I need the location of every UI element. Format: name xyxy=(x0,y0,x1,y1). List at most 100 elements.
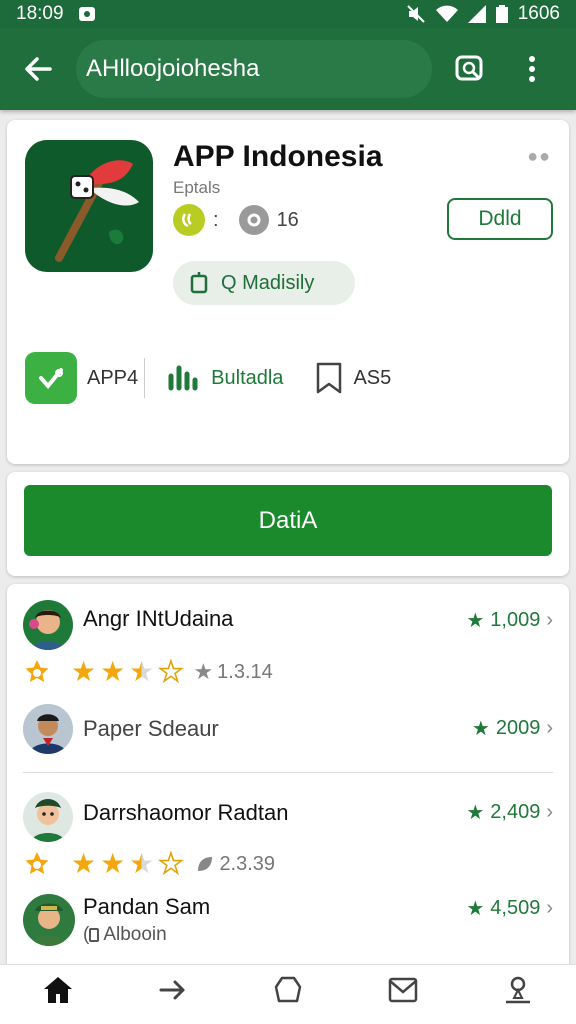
info-item-as5[interactable]: AS5 xyxy=(315,361,391,395)
app-meta: : 16 xyxy=(173,204,299,236)
more-vert-icon xyxy=(529,56,535,82)
star-icon: ★ xyxy=(71,656,97,687)
developer-name: Eptals xyxy=(173,178,221,197)
mail-icon xyxy=(388,977,418,1002)
chart-icon xyxy=(168,365,198,391)
phone-icon xyxy=(190,272,208,294)
bottom-navigation xyxy=(0,964,576,1024)
chevron-right-icon: › xyxy=(546,897,553,919)
app-name: APP Indonesia xyxy=(173,140,383,173)
chevron-right-icon: › xyxy=(546,609,553,631)
avatar xyxy=(23,792,73,842)
review-score: ★ 1,009 › xyxy=(466,608,553,633)
review-item[interactable]: Pandan Sam (Albooin ★ 4,509 › xyxy=(23,894,553,960)
chevron-right-icon: › xyxy=(546,717,553,739)
review-score: ★ 4,509 › xyxy=(466,896,553,921)
search-bar[interactable]: AHlloojoiohesha xyxy=(76,40,432,98)
app-bar: AHlloojoiohesha xyxy=(0,28,576,110)
badge-star-icon xyxy=(25,660,49,682)
nav-mail[interactable] xyxy=(373,965,433,1015)
score-value: 2009 xyxy=(495,717,541,739)
review-score: ★ 2009 › xyxy=(472,716,553,741)
notification-icon xyxy=(78,5,96,23)
shape-icon xyxy=(274,976,302,1002)
info-row: APP4 Bultadla AS5 xyxy=(25,352,555,404)
rating-value: 1.3.14 xyxy=(217,660,273,683)
star-icon: ★ xyxy=(71,848,97,879)
reviewer-name: Darrshaomor Radtan xyxy=(83,800,289,825)
subtitle-text: Albooin xyxy=(103,924,167,945)
profile-icon xyxy=(506,976,531,1003)
avatar xyxy=(23,704,73,754)
leaf-icon xyxy=(198,857,213,871)
overflow-menu-button[interactable] xyxy=(508,45,556,93)
chip-label: Q Madisily xyxy=(221,271,315,294)
star-half-icon: ★ xyxy=(129,656,155,687)
rating-value: 2.3.39 xyxy=(219,852,276,875)
info-label: AS5 xyxy=(353,366,392,389)
app-info-card: APP Indonesia Eptals ●● : 16 Ddld Q Madi… xyxy=(7,120,569,464)
nav-forward[interactable] xyxy=(143,965,203,1015)
review-score: ★ 2,409 › xyxy=(466,800,553,825)
clock: 18:09 xyxy=(16,3,64,24)
star-icon: ★ xyxy=(466,898,485,920)
avatar xyxy=(23,894,75,946)
score-value: 4,509 xyxy=(490,897,541,919)
reviewer-name: Angr INtUdaina xyxy=(83,606,234,631)
divider xyxy=(144,358,146,398)
wifi-icon xyxy=(435,5,458,23)
app-icon xyxy=(25,140,153,272)
star-icon: ★ xyxy=(471,718,490,740)
forward-icon xyxy=(159,980,185,999)
star-half-icon: ★ xyxy=(129,848,155,879)
reviews-card: Angr INtUdaina ★ 1,009 › ★ ★ ★ ★ ★ 1.3.1… xyxy=(7,584,569,974)
signal-icon xyxy=(467,5,486,23)
divider xyxy=(23,772,553,773)
more-horiz-icon[interactable]: ●● xyxy=(527,146,551,167)
review-item[interactable]: Paper Sdeaur ★ 2009 › xyxy=(23,702,553,762)
star-empty-icon: ★ xyxy=(158,848,185,879)
category-chip[interactable]: Q Madisily xyxy=(173,261,355,305)
home-icon xyxy=(43,976,72,1003)
install-button[interactable]: Ddld xyxy=(447,198,553,240)
back-button[interactable] xyxy=(16,47,60,91)
battery-text: 1606 xyxy=(517,3,560,24)
primary-button[interactable]: DatiA xyxy=(24,485,552,556)
avatar xyxy=(23,600,73,650)
info-label: Bultadla xyxy=(211,366,284,389)
meta-separator: : xyxy=(213,208,219,231)
score-value: 1,009 xyxy=(490,609,541,631)
search-icon xyxy=(455,55,483,81)
nav-profile[interactable] xyxy=(488,965,548,1015)
star-icon: ★ xyxy=(466,610,485,632)
star-icon: ★ xyxy=(100,848,126,879)
search-button[interactable] xyxy=(446,45,494,93)
rating-stars: ★ ★ ★ ★ 2.3.39 xyxy=(23,848,276,879)
battery-icon xyxy=(495,5,508,23)
reviewer-name: Paper Sdeaur xyxy=(83,716,219,741)
star-empty-icon: ★ xyxy=(158,656,185,687)
rating-stars: ★ ★ ★ ★ ★ 1.3.14 xyxy=(23,656,273,687)
check-icon xyxy=(25,352,77,404)
downloads-icon xyxy=(238,205,269,235)
bookmark-icon xyxy=(317,362,342,394)
rating-badge-icon xyxy=(173,204,205,236)
page-title: AHlloojoiohesha xyxy=(86,55,260,82)
star-outline-icon: ★ xyxy=(193,659,214,684)
star-icon: ★ xyxy=(100,656,126,687)
tag-icon xyxy=(89,928,100,942)
review-item[interactable]: Darrshaomor Radtan ★ 2,409 › ★ ★ ★ ★ 2.3… xyxy=(23,792,553,884)
review-item[interactable]: Angr INtUdaina ★ 1,009 › ★ ★ ★ ★ ★ 1.3.1… xyxy=(23,600,553,690)
mute-icon xyxy=(406,5,426,23)
badge-star-icon xyxy=(25,852,49,874)
reviewer-subtitle: (Albooin xyxy=(83,924,167,946)
nav-home[interactable] xyxy=(28,965,88,1015)
info-item-bultadla[interactable]: Bultadla xyxy=(167,362,283,394)
nav-shape[interactable] xyxy=(258,965,318,1015)
info-label: APP4 xyxy=(87,366,139,389)
info-item-app4[interactable]: APP4 xyxy=(25,352,138,404)
status-bar: 18:09 1606 xyxy=(0,0,576,28)
reviewer-name: Pandan Sam xyxy=(83,894,211,919)
action-card: DatiA xyxy=(7,472,569,576)
chevron-right-icon: › xyxy=(546,801,553,823)
